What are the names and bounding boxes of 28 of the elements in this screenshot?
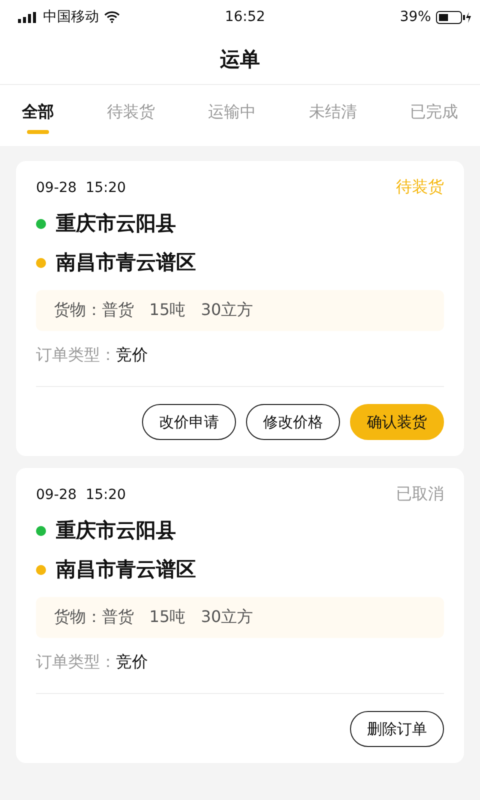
order-type-label: 订单类型： xyxy=(36,345,116,366)
order-card[interactable]: 09-28 15:20 待装货 重庆市云阳县 南昌市青云谱区 货物：普货 15吨 30立方 订单类型：竞价 改价申请 修改价格 确认装货 xyxy=(16,161,464,456)
battery-icon xyxy=(436,10,472,24)
filter-tab[interactable]: 全部 xyxy=(22,85,54,146)
order-time: 09-28 15:20 xyxy=(36,180,126,196)
order-type-value: 竞价 xyxy=(116,345,148,366)
cargo-info: 货物：普货 15吨 30立方 xyxy=(36,290,444,331)
order-time: 09-28 15:20 xyxy=(36,486,126,502)
battery-percentage: 39% xyxy=(400,9,432,25)
order-status: 待装货 xyxy=(396,177,444,198)
order-status: 已取消 xyxy=(396,484,444,505)
carrier-name: 中国移动 xyxy=(43,8,99,26)
place-name: 重庆市云阳县 xyxy=(56,210,176,237)
wifi-icon xyxy=(104,11,120,23)
clock-time: 16:52 xyxy=(224,9,266,25)
page-title: 运单 xyxy=(220,46,260,72)
action-button[interactable]: 删除订单 xyxy=(350,711,444,747)
place-name: 重庆市云阳县 xyxy=(56,517,176,544)
order-type-value: 竞价 xyxy=(116,652,148,673)
place-name: 南昌市青云谱区 xyxy=(56,556,196,583)
action-button[interactable]: 改价申请 xyxy=(142,404,236,440)
cargo-info: 货物：普货 15吨 30立方 xyxy=(36,597,444,638)
action-button[interactable]: 修改价格 xyxy=(246,404,340,440)
order-card[interactable]: 09-28 15:20 已取消 重庆市云阳县 南昌市青云谱区 货物：普货 15吨 30立方 订单类型：竞价 删除订单 xyxy=(16,468,464,763)
order-type-label: 订单类型： xyxy=(36,652,116,673)
action-button[interactable]: 确认装货 xyxy=(350,404,444,440)
signal-icon xyxy=(18,12,38,22)
place-name: 南昌市青云谱区 xyxy=(56,249,196,276)
